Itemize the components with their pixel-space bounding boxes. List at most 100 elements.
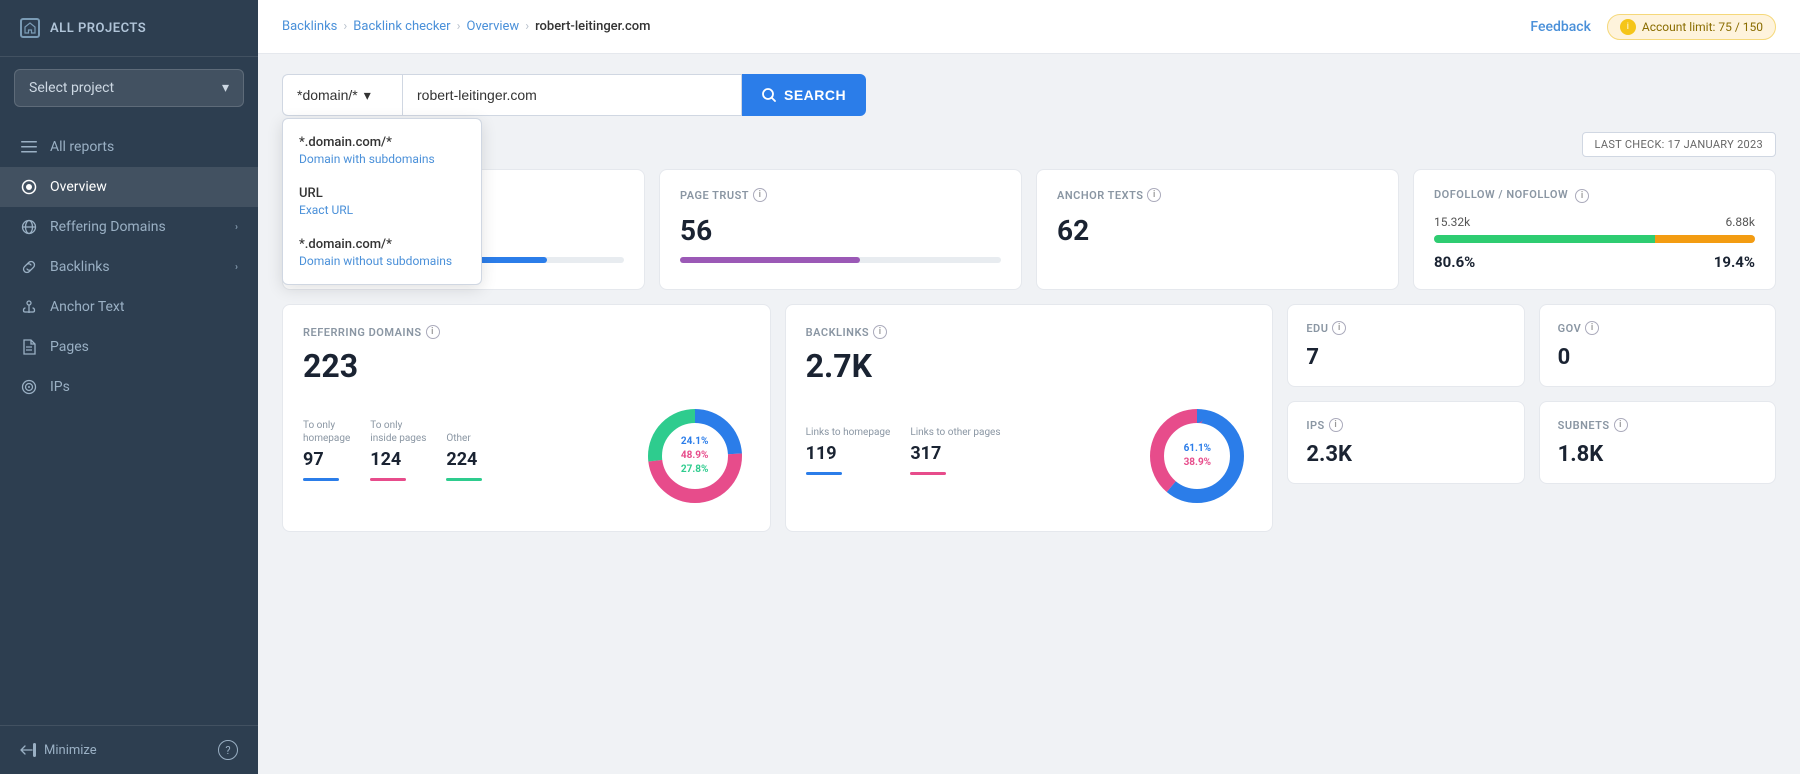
info-icon[interactable]: i [1147,188,1161,202]
minimize-label: Minimize [44,743,97,758]
sub-stat-bar-1 [910,472,946,475]
anchor-texts-label: ANCHOR TEXTS i [1057,188,1378,202]
referring-domains-chart-row: To only homepage 97 To only inside pages… [303,401,750,511]
account-limit-text: Account limit: 75 / 150 [1642,20,1763,34]
sub-stat-value-1: 124 [370,449,426,470]
referring-domains-label: REFERRING DOMAINS i [303,325,750,339]
anchor-texts-card: ANCHOR TEXTS i 62 [1036,169,1399,290]
sub-stat-value-1: 317 [910,443,1000,464]
sidebar-item-label: Backlinks [50,259,110,275]
help-button[interactable]: ? [218,740,238,760]
info-icon[interactable]: i [426,325,440,339]
main-content: Backlinks › Backlink checker › Overview … [258,0,1800,774]
edu-card: EDU i 7 [1287,304,1524,387]
breadcrumb-overview[interactable]: Overview [467,19,520,34]
sidebar-item-backlinks[interactable]: Backlinks › [0,247,258,287]
backlinks-value: 2.7K [806,347,1253,385]
edu-value: 7 [1306,345,1505,370]
globe-icon [20,218,38,236]
edu-label: EDU i [1306,321,1505,335]
topbar: Backlinks › Backlink checker › Overview … [258,0,1800,54]
dofollow-bar-green [1434,235,1655,243]
sub-stat-label-0: To only homepage [303,419,350,445]
dropdown-item-sub-0: Domain with subdomains [299,152,465,166]
home-icon [20,18,40,38]
project-select[interactable]: Select project ▾ [14,69,244,107]
domain-type-button[interactable]: *domain/* ▾ [282,74,402,116]
info-icon[interactable]: i [1585,321,1599,335]
breadcrumb-checker[interactable]: Backlink checker [353,19,450,34]
dofollow-card: DOFOLLOW / NOFOLLOW i 15.32k 6.88k 80.6%… [1413,169,1776,290]
dropdown-item-0[interactable]: *.domain.com/* Domain with subdomains [283,125,481,176]
topbar-right: Feedback i Account limit: 75 / 150 [1530,14,1776,40]
sidebar-item-ips[interactable]: IPs [0,367,258,407]
dropdown-item-1[interactable]: URL Exact URL [283,176,481,227]
backlinks-label: BACKLINKS i [806,325,1253,339]
ips-subnets-row: IPS i 2.3K SUBNETS i 1.8K [1287,401,1776,484]
subnets-label: SUBNETS i [1558,418,1757,432]
referring-sub-stat-0: To only homepage 97 [303,419,350,481]
donut-center-text: 24.1% 48.9% 27.8% [681,435,709,477]
target-icon [20,378,38,396]
sidebar-item-anchor-text[interactable]: Anchor Text [0,287,258,327]
dofollow-percents: 80.6% 19.4% [1434,253,1755,271]
dofollow-bar [1434,235,1755,243]
info-icon[interactable]: i [753,188,767,202]
stats-bottom-row: REFERRING DOMAINS i 223 To only homepage… [282,304,1776,532]
sidebar-item-label: Pages [50,339,89,355]
limit-icon: i [1620,19,1636,35]
sidebar-item-referring-domains[interactable]: Reffering Domains › [0,207,258,247]
info-icon[interactable]: i [1329,418,1343,432]
chevron-icon: › [235,222,238,233]
sidebar-item-label: IPs [50,379,70,395]
file-icon [20,338,38,356]
dofollow-count: 15.32k [1434,215,1470,229]
backlinks-chart-row: Links to homepage 119 Links to other pag… [806,401,1253,511]
dofollow-bar-orange [1655,235,1755,243]
anchor-texts-value: 62 [1057,214,1378,247]
dropdown-item-title-1: URL [299,186,465,201]
info-icon[interactable]: i [1614,418,1628,432]
sub-stat-label-2: Other [446,432,482,445]
referring-sub-stat-1: To only inside pages 124 [370,419,426,481]
domain-type-label: *domain/* [297,87,358,103]
sidebar-item-pages[interactable]: Pages [0,327,258,367]
breadcrumb-backlinks[interactable]: Backlinks [282,19,337,34]
sidebar-item-label: Overview [50,179,107,195]
last-check-badge: LAST CHECK: 17 JANUARY 2023 [1582,132,1776,157]
all-projects-label: ALL PROJECTS [50,21,146,36]
breadcrumb-sep-1: › [343,19,347,34]
ips-value: 2.3K [1306,442,1505,467]
referring-sub-stats: To only homepage 97 To only inside pages… [303,419,482,481]
sub-stat-bar-1 [370,478,406,481]
breadcrumb-sep-3: › [525,19,529,34]
search-button[interactable]: SEARCH [742,74,866,116]
sidebar-item-all-reports[interactable]: All reports [0,127,258,167]
content-area: *domain/* ▾ *.domain.com/* Domain with s… [258,54,1800,774]
nofollow-count: 6.88k [1726,215,1755,229]
sub-stat-label-1: Links to other pages [910,426,1000,439]
info-icon[interactable]: i [1575,189,1589,203]
dropdown-item-sub-2: Domain without subdomains [299,254,465,268]
search-icon [762,88,776,102]
right-col: EDU i 7 GOV i 0 [1287,304,1776,532]
chevron-down-icon: ▾ [364,87,371,104]
info-icon[interactable]: i [1332,321,1346,335]
search-input[interactable] [402,74,742,116]
minimize-button[interactable]: Minimize [20,743,97,758]
feedback-button[interactable]: Feedback [1530,19,1590,35]
dropdown-item-2[interactable]: *.domain.com/* Domain without subdomains [283,227,481,278]
sub-stat-label-0: Links to homepage [806,426,891,439]
domain-dropdown: *.domain.com/* Domain with subdomains UR… [282,118,482,285]
info-icon[interactable]: i [873,325,887,339]
backlinks-card: BACKLINKS i 2.7K Links to homepage 119 L… [785,304,1274,532]
chevron-down-icon: ▾ [222,80,229,96]
sub-stat-value-0: 119 [806,443,891,464]
subnets-card: SUBNETS i 1.8K [1539,401,1776,484]
backlinks-donut-wrap: 61.1% 38.9% [1142,401,1252,511]
sidebar-item-overview[interactable]: Overview [0,167,258,207]
sub-stat-value-0: 97 [303,449,350,470]
ips-label: IPS i [1306,418,1505,432]
nofollow-pct: 19.4% [1714,253,1755,271]
referring-domains-value: 223 [303,347,750,385]
